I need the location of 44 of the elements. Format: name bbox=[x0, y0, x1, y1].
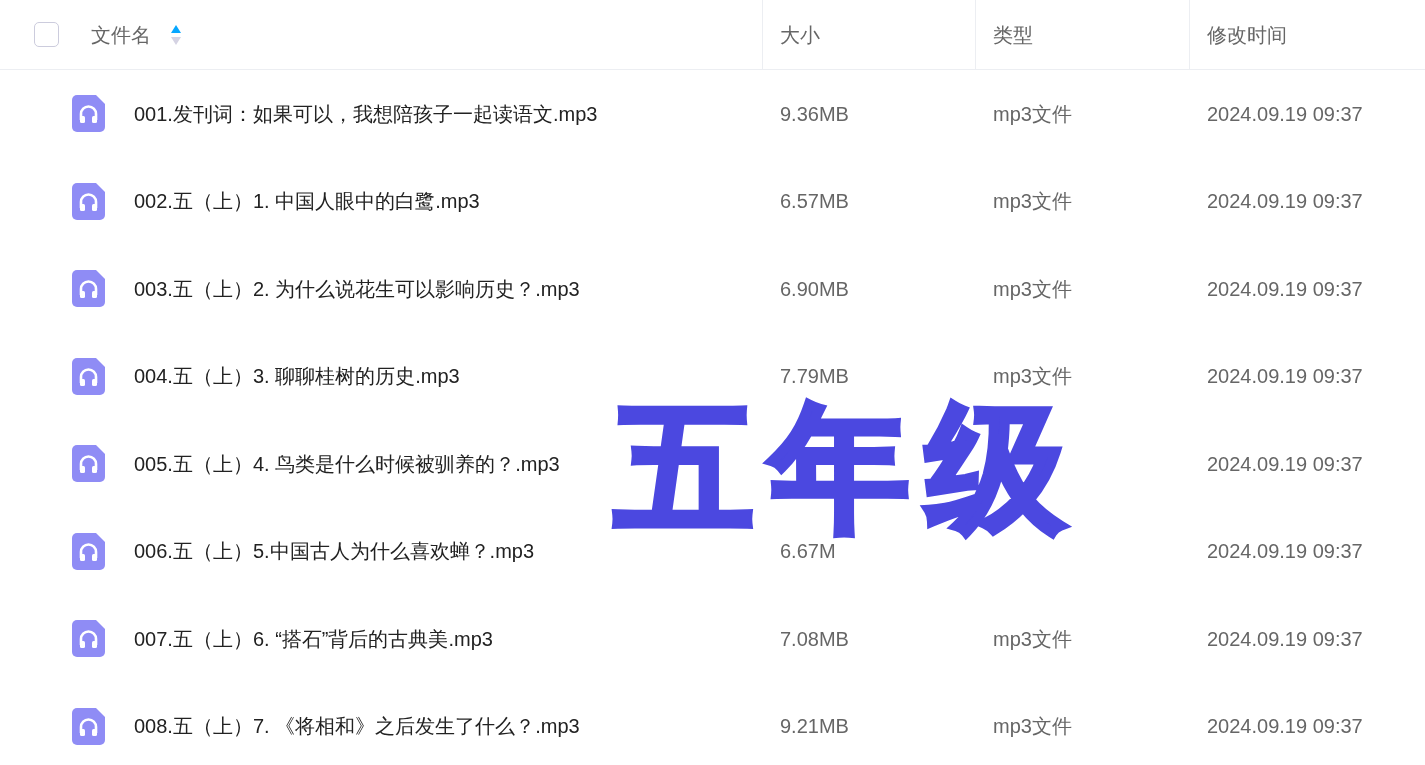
table-cell-text: 2024.09.19 09:37 bbox=[1207, 189, 1363, 215]
table-cell-text: 2024.09.19 09:37 bbox=[1207, 539, 1363, 565]
audio-file-icon bbox=[72, 707, 105, 745]
table-cell-text: 7.08MB bbox=[780, 626, 849, 652]
table-cell-text: 7.79MB bbox=[780, 364, 849, 390]
audio-file-icon bbox=[72, 270, 105, 308]
sort-icon[interactable] bbox=[170, 23, 182, 46]
table-cell-text: 9.21MB bbox=[780, 714, 849, 740]
file-name[interactable]: 006.五（上）5.中国古人为什么喜欢蝉？.mp3 bbox=[134, 536, 535, 567]
audio-file-icon bbox=[72, 182, 105, 220]
file-name[interactable]: 001.发刊词：如果可以，我想陪孩子一起读语文.mp3 bbox=[134, 98, 598, 129]
table-cell-text: 6.90MB bbox=[780, 276, 849, 302]
table-cell-text: 6.57MB bbox=[780, 189, 849, 215]
file-name[interactable]: 003.五（上）2. 为什么说花生可以影响历史？.mp3 bbox=[134, 273, 580, 304]
audio-file-icon bbox=[72, 357, 105, 395]
table-cell-text: mp3文件 bbox=[993, 276, 1072, 302]
column-header[interactable]: 类型 bbox=[993, 19, 1033, 50]
table-cell-text: 2024.09.19 09:37 bbox=[1207, 364, 1363, 390]
file-name[interactable]: 004.五（上）3. 聊聊桂树的历史.mp3 bbox=[134, 361, 460, 392]
table-cell-text: 2024.09.19 09:37 bbox=[1207, 101, 1363, 127]
table-cell-text: mp3文件 bbox=[993, 101, 1072, 127]
audio-file-icon bbox=[72, 95, 105, 133]
audio-file-icon bbox=[72, 445, 105, 483]
table-cell-text: 2024.09.19 09:37 bbox=[1207, 276, 1363, 302]
select-all-checkbox[interactable] bbox=[34, 22, 59, 47]
table-cell-text: 2024.09.19 09:37 bbox=[1207, 714, 1363, 740]
table-cell-text: mp3文件 bbox=[993, 714, 1072, 740]
file-name[interactable]: 008.五（上）7. 《将相和》之后发生了什么？.mp3 bbox=[134, 711, 580, 742]
column-header[interactable]: 文件名 bbox=[91, 19, 151, 50]
table-cell-text: 9.36MB bbox=[780, 101, 849, 127]
file-name[interactable]: 005.五（上）4. 鸟类是什么时候被驯养的？.mp3 bbox=[134, 448, 560, 479]
file-name[interactable]: 007.五（上）6. “搭石”背后的古典美.mp3 bbox=[134, 623, 493, 654]
table-cell-text: 2024.09.19 09:37 bbox=[1207, 451, 1363, 477]
table-cell-text: 6.67M bbox=[780, 539, 836, 565]
column-header[interactable]: 大小 bbox=[780, 19, 820, 50]
table-cell-text: 2024.09.19 09:37 bbox=[1207, 626, 1363, 652]
table-cell-text: mp3文件 bbox=[993, 626, 1072, 652]
table-cell-text: mp3文件 bbox=[993, 189, 1072, 215]
file-name[interactable]: 002.五（上）1. 中国人眼中的白鹭.mp3 bbox=[134, 186, 480, 217]
column-header[interactable]: 修改时间 bbox=[1207, 19, 1287, 50]
overlay-title: 五年级 bbox=[615, 400, 1083, 538]
audio-file-icon bbox=[72, 620, 105, 658]
table-cell-text: mp3文件 bbox=[993, 364, 1072, 390]
audio-file-icon bbox=[72, 532, 105, 570]
